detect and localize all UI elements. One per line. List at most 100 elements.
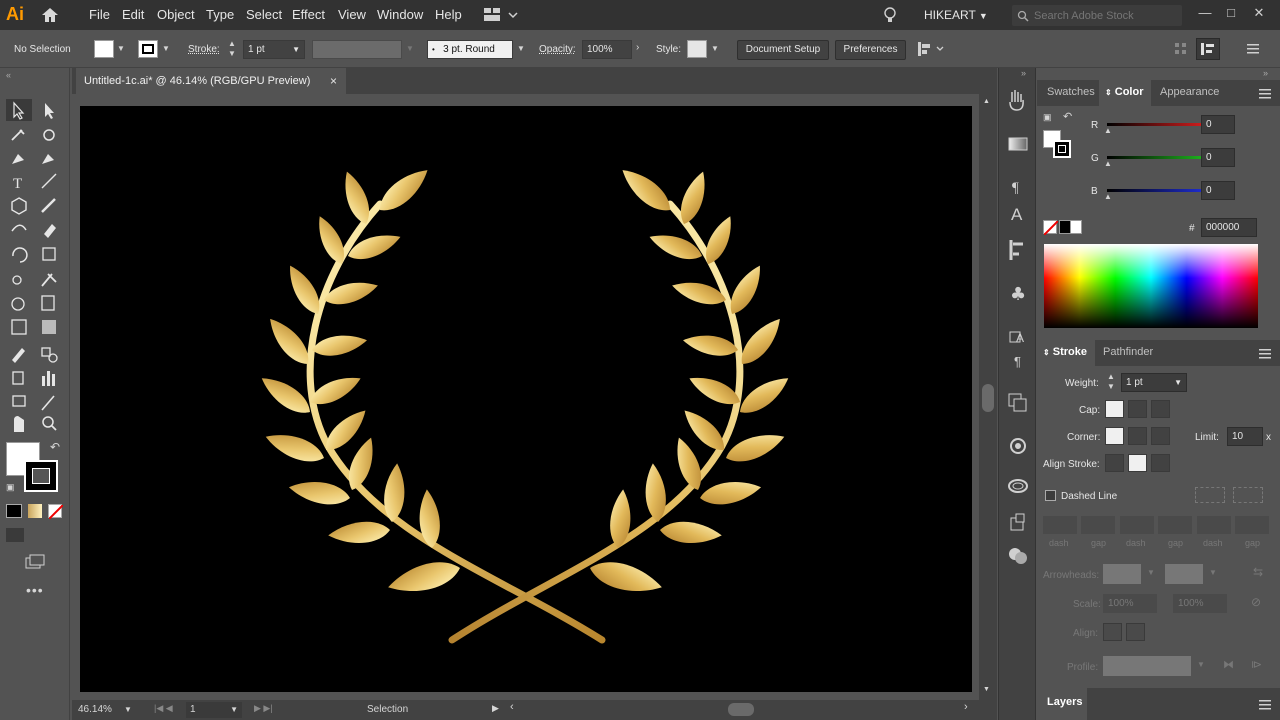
green-value-field[interactable]: 0 — [1201, 148, 1235, 167]
preferences-button[interactable]: Preferences — [835, 40, 906, 60]
collapse-toolbar-icon[interactable]: « — [6, 70, 11, 80]
opacity-field[interactable]: 100% — [582, 40, 632, 59]
draw-normal-icon[interactable] — [6, 528, 24, 542]
canvas-area[interactable] — [72, 94, 979, 700]
document-tab[interactable]: Untitled-1c.ai* @ 46.14% (RGB/GPU Previe… — [76, 68, 346, 94]
search-input[interactable] — [1034, 8, 1174, 23]
screen-mode-icon[interactable] — [24, 554, 46, 570]
default-fill-stroke-icon[interactable]: ▣ — [1043, 112, 1052, 123]
status-menu-icon[interactable]: ▶ — [492, 703, 499, 714]
color-spectrum[interactable] — [1044, 244, 1258, 328]
zoom-level[interactable]: 46.14% — [78, 704, 112, 715]
tab-layers[interactable]: Layers — [1047, 696, 1082, 708]
tab-stroke[interactable]: ⇕ Stroke — [1043, 346, 1087, 358]
collapse-dock-icon[interactable]: » — [1021, 68, 1026, 78]
graphic-style-swatch[interactable] — [687, 40, 707, 58]
projecting-cap-button[interactable] — [1151, 400, 1170, 418]
tab-color[interactable]: ⇕ Color — [1105, 86, 1144, 98]
stroke-stepper[interactable]: ▲ ▼ — [228, 39, 236, 59]
limit-field[interactable]: 10 — [1227, 427, 1263, 446]
arrow-tip-at-end-button[interactable] — [1126, 623, 1145, 641]
menu-type[interactable]: Type — [206, 7, 234, 22]
dash-field-1[interactable] — [1043, 516, 1077, 534]
dash-align-icon[interactable] — [1233, 487, 1263, 503]
align-inside-button[interactable] — [1128, 454, 1147, 472]
chevron-down-icon[interactable]: ▼ — [124, 705, 132, 714]
butt-cap-button[interactable] — [1105, 400, 1124, 418]
stroke-label[interactable]: Stroke: — [188, 44, 220, 55]
close-window-button[interactable]: ✕ — [1248, 3, 1270, 23]
dash-preserve-icon[interactable] — [1195, 487, 1225, 503]
gradient-mode-icon[interactable] — [28, 504, 42, 518]
tab-appearance[interactable]: Appearance — [1160, 86, 1219, 98]
stroke-color-box[interactable] — [24, 460, 58, 492]
menu-object[interactable]: Object — [157, 7, 195, 22]
dash-field-3[interactable] — [1197, 516, 1231, 534]
weight-field[interactable]: 1 pt ▼ — [1121, 373, 1187, 392]
draw-behind-icon[interactable] — [28, 528, 46, 542]
minimize-button[interactable]: — — [1194, 3, 1216, 23]
lightbulb-icon[interactable] — [882, 6, 898, 24]
red-slider-track[interactable] — [1107, 123, 1211, 126]
scroll-up-icon[interactable]: ▲ — [983, 98, 990, 105]
color-stroke-swatch[interactable] — [1053, 140, 1071, 158]
green-slider-track[interactable] — [1107, 156, 1211, 159]
artboard-number-field[interactable]: 1 ▼ — [186, 702, 242, 718]
swap-fill-stroke-icon[interactable]: ↶ — [1063, 110, 1072, 123]
home-icon[interactable] — [40, 6, 60, 24]
chevron-right-icon[interactable]: › — [636, 42, 639, 53]
chevron-down-icon[interactable]: ▼ — [162, 44, 170, 53]
collapse-panels-icon[interactable]: » — [1263, 68, 1268, 78]
bevel-join-button[interactable] — [1151, 427, 1170, 445]
blue-value-field[interactable]: 0 — [1201, 181, 1235, 200]
default-colors-icon[interactable]: ▣ — [6, 482, 15, 493]
round-cap-button[interactable] — [1128, 400, 1147, 418]
menu-window[interactable]: Window — [377, 7, 423, 22]
grid-dots-icon[interactable] — [1174, 42, 1188, 56]
arrow-tip-beyond-button[interactable] — [1103, 623, 1122, 641]
flip-across-icon[interactable]: ⧐ — [1251, 658, 1262, 671]
start-scale-field[interactable]: 100% — [1103, 594, 1157, 613]
panel-menu-icon[interactable] — [1259, 698, 1271, 710]
end-scale-field[interactable]: 100% — [1173, 594, 1227, 613]
swap-arrowheads-icon[interactable]: ⇆ — [1253, 565, 1263, 579]
close-tab-button[interactable]: × — [330, 74, 337, 88]
fill-swatch[interactable] — [94, 40, 114, 58]
stroke-weight-field[interactable]: 1 pt ▼ — [243, 40, 305, 59]
scroll-left-icon[interactable]: ‹ — [510, 701, 514, 713]
menu-lines-icon[interactable] — [1246, 42, 1260, 56]
menu-file[interactable]: File — [89, 7, 110, 22]
red-value-field[interactable]: 0 — [1201, 115, 1235, 134]
white-color-icon[interactable] — [1070, 220, 1082, 234]
variable-width-profile[interactable] — [312, 40, 402, 59]
first-artboard-icon[interactable]: |◀ ◀ — [154, 703, 173, 714]
none-mode-icon[interactable] — [48, 504, 64, 520]
more-tools-icon[interactable]: ••• — [26, 582, 44, 598]
tab-pathfinder[interactable]: Pathfinder — [1103, 346, 1153, 358]
laurel-wreath-artwork[interactable] — [80, 106, 972, 692]
menu-view[interactable]: View — [338, 7, 366, 22]
align-icon[interactable] — [916, 40, 946, 58]
blue-slider-track[interactable] — [1107, 189, 1211, 192]
vertical-scrollbar[interactable]: ▲ ▼ — [979, 94, 997, 700]
hex-value-field[interactable]: 000000 — [1201, 218, 1257, 237]
document-setup-button[interactable]: Document Setup — [737, 40, 829, 60]
arrange-documents-icon[interactable] — [484, 7, 524, 23]
menu-edit[interactable]: Edit — [122, 7, 144, 22]
menu-help[interactable]: Help — [435, 7, 462, 22]
align-center-button[interactable] — [1105, 454, 1124, 472]
opacity-label[interactable]: Opacity: — [539, 44, 576, 55]
chevron-down-icon[interactable]: ▼ — [117, 44, 125, 53]
panel-menu-icon[interactable] — [1259, 87, 1271, 99]
chevron-down-icon[interactable]: ▼ — [517, 44, 525, 53]
properties-toggle[interactable] — [1196, 38, 1220, 60]
miter-join-button[interactable] — [1105, 427, 1124, 445]
color-mode-icon[interactable] — [6, 504, 22, 518]
stock-search[interactable] — [1012, 5, 1182, 26]
maximize-button[interactable]: □ — [1220, 3, 1242, 23]
artboard[interactable] — [80, 106, 972, 692]
scroll-right-icon[interactable]: › — [964, 701, 968, 713]
start-arrowhead-select[interactable] — [1103, 564, 1141, 584]
gap-field-2[interactable] — [1158, 516, 1192, 534]
align-outside-button[interactable] — [1151, 454, 1170, 472]
